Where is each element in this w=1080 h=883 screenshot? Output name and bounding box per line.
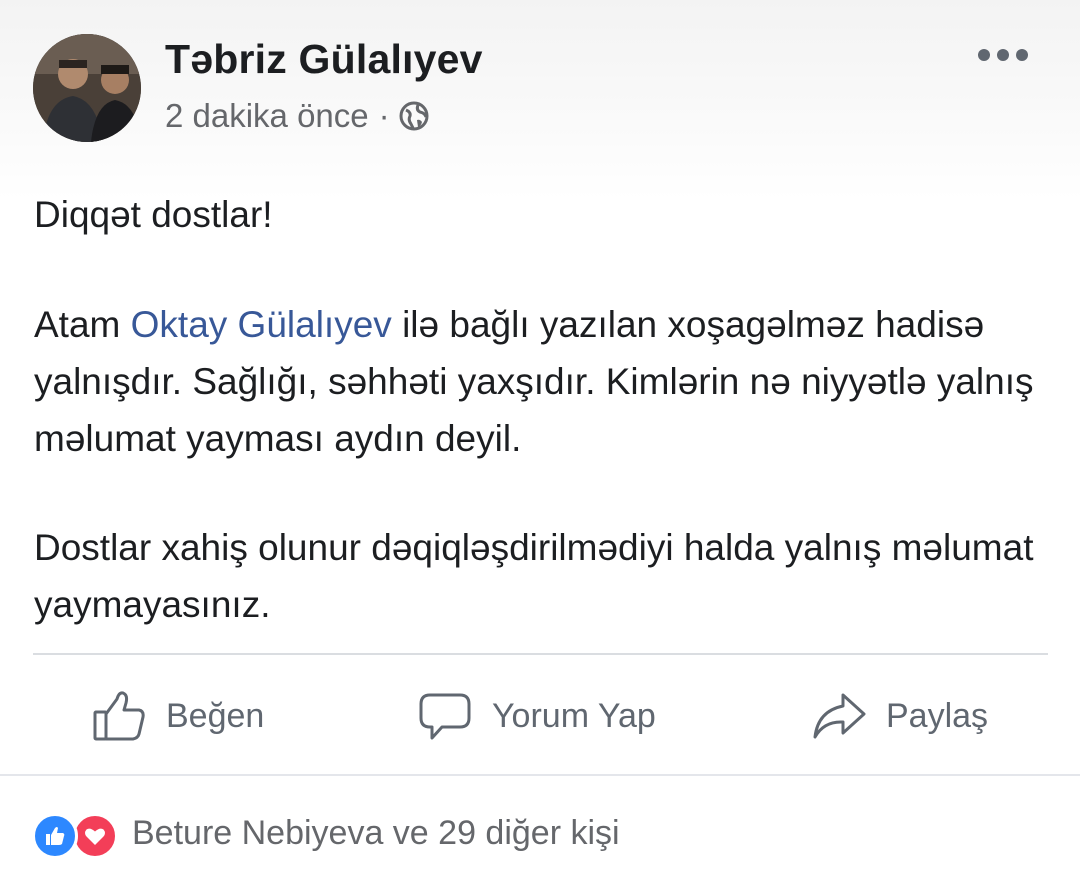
text-segment: Atam	[34, 304, 131, 345]
facebook-post: Təbriz Gülalıyev 2 dakika önce · Diqqət …	[0, 0, 1080, 883]
thumbs-up-icon	[93, 691, 145, 741]
author-name[interactable]: Təbriz Gülalıyev	[165, 36, 483, 83]
share-button[interactable]: Paylaş	[810, 680, 988, 752]
post-timestamp[interactable]: 2 dakika önce	[165, 97, 369, 135]
share-arrow-icon	[813, 693, 866, 739]
avatar-photo	[33, 34, 141, 142]
reactions-text: Beture Nebiyeva ve 29 diğer kişi	[132, 813, 620, 852]
comment-label: Yorum Yap	[492, 696, 656, 735]
divider	[0, 774, 1080, 776]
reaction-icons	[32, 809, 124, 859]
post-meta: 2 dakika önce ·	[165, 97, 430, 135]
reactions-summary[interactable]: Beture Nebiyeva ve 29 diğer kişi	[32, 808, 620, 859]
post-text-paragraph: Atam Oktay Gülalıyev ilə bağlı yazılan x…	[34, 296, 1054, 467]
action-bar: Beğen Yorum Yap Paylaş	[0, 680, 1080, 752]
more-dots-icon[interactable]	[978, 40, 1028, 70]
mention-link[interactable]: Oktay Gülalıyev	[131, 304, 392, 345]
like-button[interactable]: Beğen	[90, 680, 264, 752]
like-label: Beğen	[166, 696, 265, 735]
love-reaction-icon	[72, 813, 118, 859]
post-text-paragraph: Dostlar xahiş olunur dəqiqləşdirilmədiyi…	[34, 527, 1034, 625]
comment-bubble-icon	[419, 693, 471, 740]
avatar[interactable]	[33, 34, 141, 142]
meta-separator: ·	[378, 97, 390, 134]
divider	[33, 653, 1048, 655]
share-label: Paylaş	[886, 696, 989, 735]
comment-button[interactable]: Yorum Yap	[416, 680, 656, 752]
post-text-heading: Diqqət dostlar!	[34, 194, 273, 235]
like-reaction-icon	[32, 813, 78, 859]
globe-icon	[399, 101, 429, 131]
